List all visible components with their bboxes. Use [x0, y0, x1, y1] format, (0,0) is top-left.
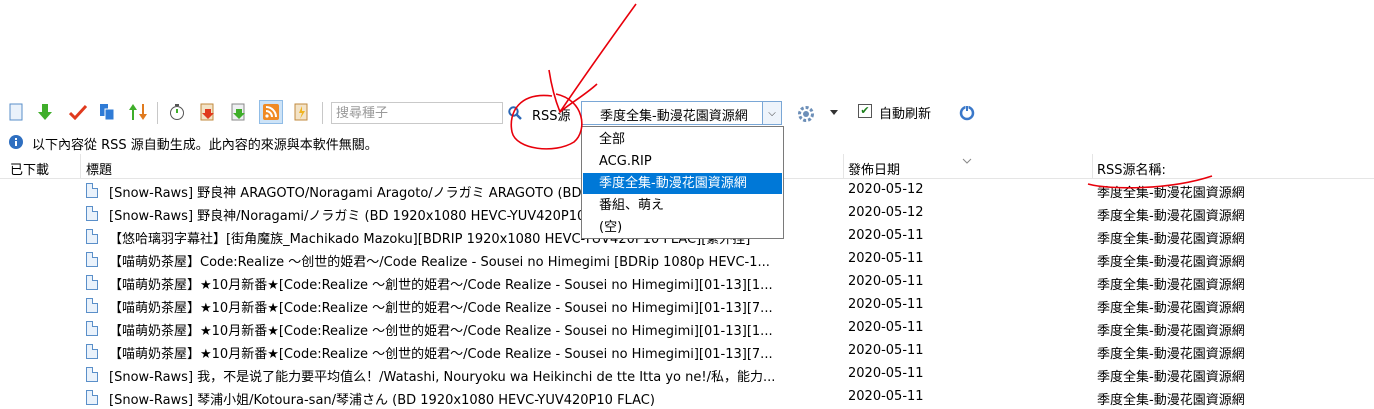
dropdown-option[interactable]: 全部 — [583, 129, 782, 150]
file-icon — [86, 344, 98, 359]
row-date: 2020-05-11 — [848, 320, 924, 335]
toolbar-separator — [322, 102, 323, 124]
row-title: [Snow-Raws] 琴浦小姐/Kotoura-san/琴浦さん (BD 19… — [109, 393, 655, 408]
gear-menu-arrow-icon[interactable] — [830, 110, 838, 115]
file-icon — [86, 229, 98, 244]
row-title: 【喵萌奶茶屋】Code:Realize ～创世的姫君～/Code Realize… — [109, 255, 770, 270]
row-source: 季度全集-動漫花園資源網 — [1097, 324, 1245, 339]
row-date: 2020-05-12 — [848, 182, 924, 197]
file-icon — [86, 275, 98, 290]
auto-refresh-label: 自動刷新 — [879, 107, 932, 122]
table-row[interactable]: [Snow-Raws] 我，不是说了能力要平均值么！/Watashi, Nour… — [0, 364, 1374, 386]
row-date: 2020-05-11 — [848, 251, 924, 266]
row-date: 2020-05-11 — [848, 297, 924, 312]
import-icon[interactable] — [198, 102, 218, 122]
column-divider[interactable] — [843, 154, 844, 178]
auto-refresh-checkbox[interactable]: ✔ — [858, 104, 872, 118]
rss-refresh-icon[interactable] — [292, 102, 312, 122]
file-icon — [86, 252, 98, 267]
row-date: 2020-05-11 — [848, 343, 924, 358]
row-source: 季度全集-動漫花園資源網 — [1097, 255, 1245, 270]
dropdown-option[interactable]: (空) — [583, 217, 782, 238]
row-source: 季度全集-動漫花園資源網 — [1097, 209, 1245, 224]
row-source: 季度全集-動漫花園資源網 — [1097, 278, 1245, 293]
rss-source-dropdown: 全部 ACG.RIP 季度全集-動漫花園資源網 番組、萌え (空) — [581, 126, 784, 239]
chevron-down-icon[interactable]: ⌵ — [762, 102, 781, 124]
row-date: 2020-05-11 — [848, 366, 924, 381]
search-icon[interactable] — [508, 106, 522, 124]
row-title: 【喵萌奶茶屋】★10月新番★[Code:Realize ～创世的姫君～/Code… — [109, 324, 773, 339]
search-input[interactable] — [331, 102, 503, 124]
new-icon[interactable] — [6, 102, 26, 122]
column-divider[interactable] — [1092, 154, 1093, 178]
column-header-source[interactable]: RSS源名稱: — [1097, 159, 1166, 178]
row-source: 季度全集-動漫花園資源網 — [1097, 186, 1245, 201]
table-row[interactable]: 【喵萌奶茶屋】★10月新番★[Code:Realize ～创世的姫君～/Code… — [0, 318, 1374, 340]
row-source: 季度全集-動漫花園資源網 — [1097, 301, 1245, 316]
dropdown-option-selected[interactable]: 季度全集-動漫花園資源網 — [583, 173, 782, 194]
rss-source-label: RSS源 — [532, 109, 571, 124]
row-source: 季度全集-動漫花園資源網 — [1097, 232, 1245, 247]
row-title: 【喵萌奶茶屋】★10月新番★[Code:Realize ～創世的姫君～/Code… — [109, 278, 773, 293]
column-header-date[interactable]: 發佈日期 — [848, 159, 900, 178]
rss-source-selected-value: 季度全集-動漫花園資源網 — [600, 109, 748, 124]
sort-icon[interactable] — [128, 102, 148, 122]
row-title: 【喵萌奶茶屋】★10月新番★[Code:Realize ～创世的姫君～/Code… — [109, 347, 773, 362]
row-source: 季度全集-動漫花園資源網 — [1097, 347, 1245, 362]
refresh-icon[interactable] — [958, 104, 976, 126]
file-icon — [86, 390, 98, 405]
row-source: 季度全集-動漫花園資源網 — [1097, 370, 1245, 385]
file-icon — [86, 206, 98, 221]
table-row[interactable]: 【喵萌奶茶屋】★10月新番★[Code:Realize ～创世的姫君～/Code… — [0, 341, 1374, 363]
table-row[interactable]: [Snow-Raws] 琴浦小姐/Kotoura-san/琴浦さん (BD 19… — [0, 387, 1374, 409]
gear-icon[interactable] — [796, 104, 816, 128]
row-title: [Snow-Raws] 我，不是说了能力要平均值么！/Watashi, Nour… — [109, 370, 776, 385]
table-row[interactable]: 【喵萌奶茶屋】★10月新番★[Code:Realize ～創世的姫君～/Code… — [0, 295, 1374, 317]
row-date: 2020-05-11 — [848, 228, 924, 243]
table-row[interactable]: 【喵萌奶茶屋】★10月新番★[Code:Realize ～創世的姫君～/Code… — [0, 272, 1374, 294]
toolbar-separator — [157, 102, 158, 124]
row-date: 2020-05-11 — [848, 274, 924, 289]
row-title: 【喵萌奶茶屋】★10月新番★[Code:Realize ～創世的姫君～/Code… — [109, 301, 773, 316]
row-date: 2020-05-11 — [848, 389, 924, 404]
download-green-icon[interactable] — [35, 102, 55, 122]
file-icon — [86, 183, 98, 198]
file-icon — [86, 367, 98, 382]
copy-icon[interactable] — [97, 102, 117, 122]
rss-source-select[interactable]: 季度全集-動漫花園資源網 ⌵ — [581, 101, 782, 125]
dropdown-option[interactable]: ACG.RIP — [583, 151, 782, 172]
table-row[interactable]: 【喵萌奶茶屋】Code:Realize ～创世的姫君～/Code Realize… — [0, 249, 1374, 271]
column-divider[interactable] — [80, 154, 81, 178]
check-red-icon[interactable] — [68, 102, 88, 122]
row-date: 2020-05-12 — [848, 205, 924, 220]
rss-feed-icon[interactable] — [259, 100, 283, 124]
file-icon — [86, 298, 98, 313]
info-icon — [8, 134, 24, 154]
sort-chevron-icon — [962, 154, 972, 164]
info-text: 以下內容從 RSS 源自動生成。此內容的來源與本軟件無關。 — [32, 138, 378, 153]
timer-icon[interactable] — [167, 102, 187, 122]
export-icon[interactable] — [229, 102, 249, 122]
row-source: 季度全集-動漫花園資源網 — [1097, 393, 1245, 408]
file-icon — [86, 321, 98, 336]
column-header-downloaded[interactable]: 已下載 — [10, 159, 49, 178]
dropdown-option[interactable]: 番組、萌え — [583, 195, 782, 216]
column-header-title[interactable]: 標題 — [86, 159, 112, 178]
